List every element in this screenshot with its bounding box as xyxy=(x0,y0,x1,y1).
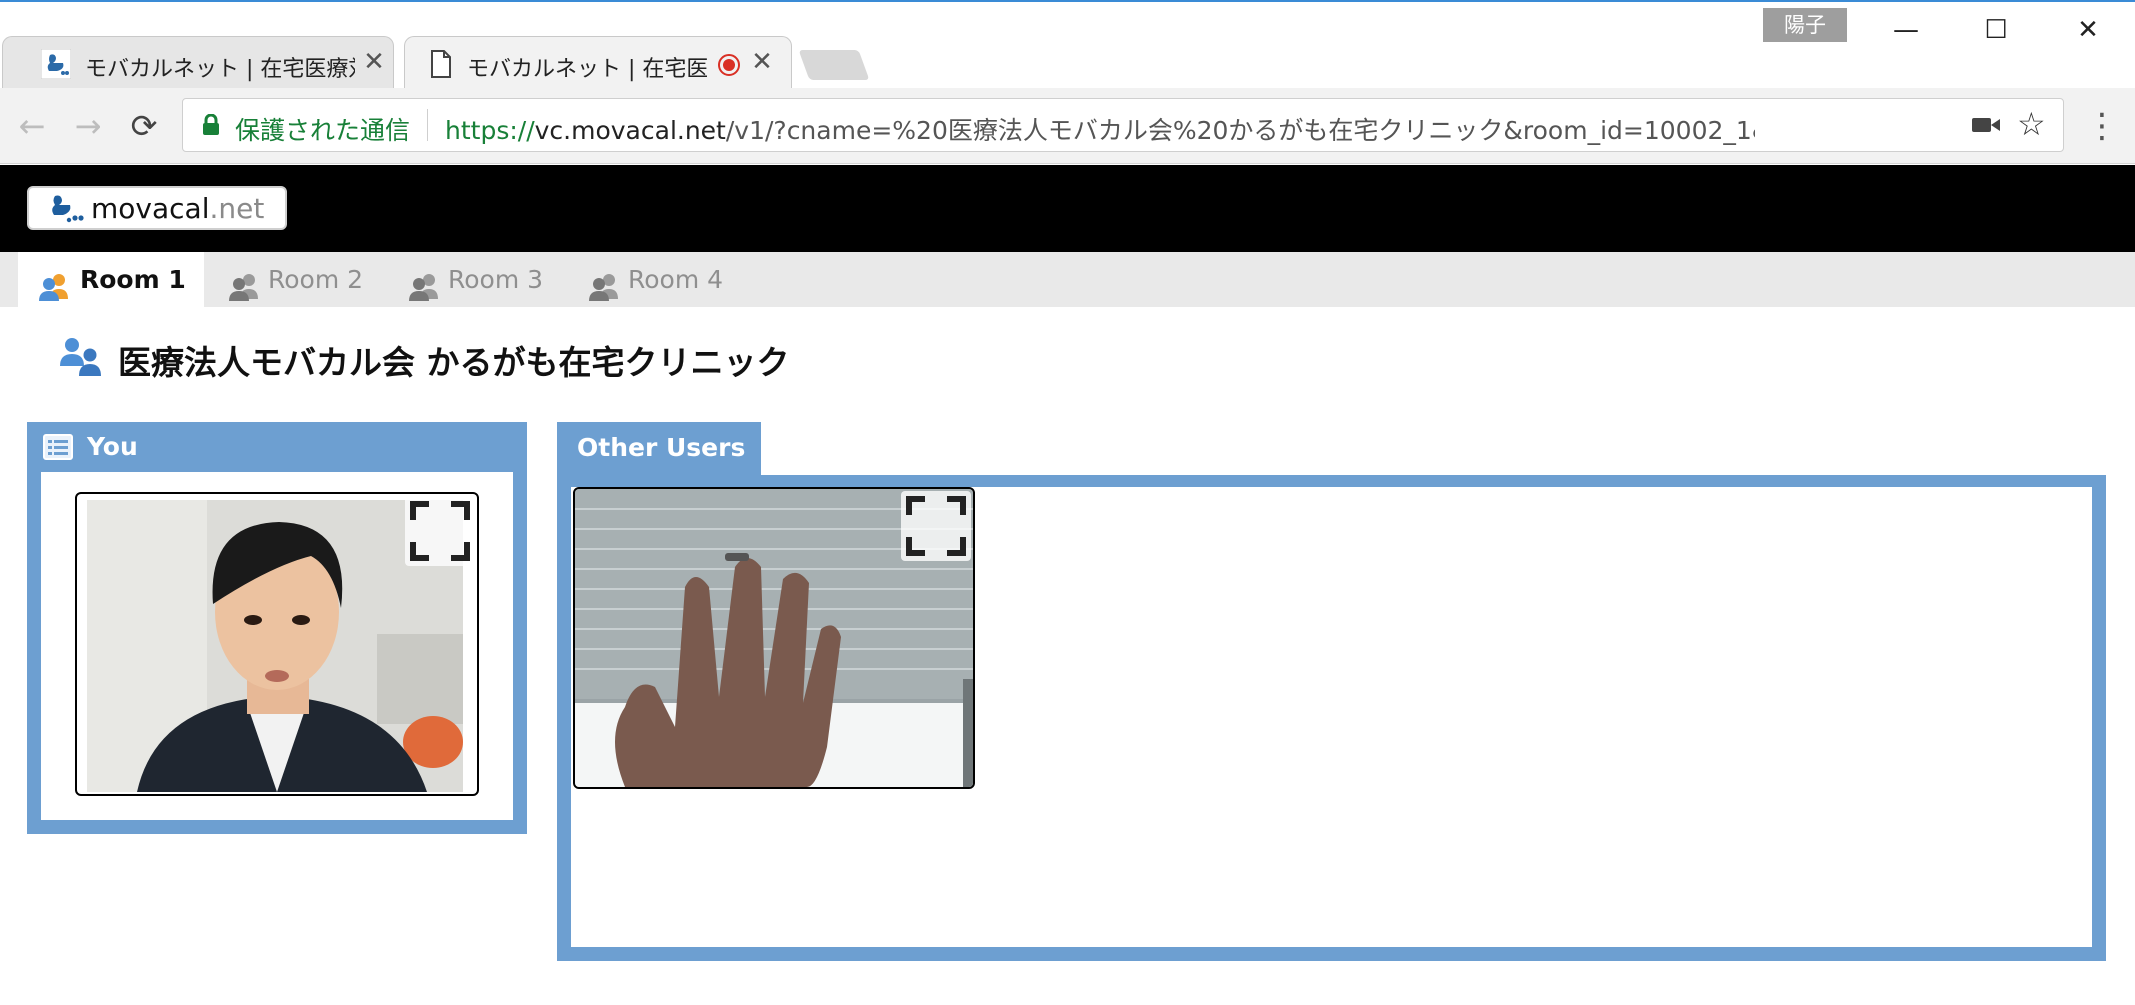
clinic-name: 医療法人モバカル会 かるがも在宅クリニック xyxy=(118,343,790,382)
logo-suffix-text: .net xyxy=(209,192,265,225)
room-tab-label: Room 3 xyxy=(448,265,544,294)
browser-toolbar: ← → ⟳ 保護された通信 https://vc.movacal.net/v1/… xyxy=(0,88,2135,164)
new-tab-button[interactable] xyxy=(798,50,870,80)
you-panel-title: You xyxy=(87,432,138,461)
divider xyxy=(427,109,428,141)
browser-tab-2[interactable]: モバカルネット | 在宅医療 ✕ xyxy=(404,36,792,90)
users-icon xyxy=(38,265,70,320)
logo-main-text: movacal xyxy=(91,192,210,225)
url-scheme: https:// xyxy=(445,116,535,145)
reload-icon[interactable]: ⟳ xyxy=(124,106,164,146)
tab-close-icon[interactable]: ✕ xyxy=(359,47,389,77)
fullscreen-button[interactable] xyxy=(405,496,475,566)
other-users-title: Other Users xyxy=(577,433,746,462)
list-icon xyxy=(43,434,73,464)
self-video[interactable] xyxy=(75,492,479,796)
duck-favicon-icon xyxy=(40,48,72,83)
you-panel-body xyxy=(41,472,513,820)
duck-logo-icon xyxy=(49,194,85,228)
tab-title: モバカルネット | 在宅医療対 xyxy=(85,57,355,82)
menu-icon[interactable]: ⋮ xyxy=(2082,106,2122,146)
recording-icon xyxy=(717,53,741,81)
room-tab-label: Room 1 xyxy=(80,265,186,294)
tab-close-icon[interactable]: ✕ xyxy=(747,47,777,77)
camera-icon[interactable] xyxy=(1971,113,2001,141)
other-users-tab: Other Users xyxy=(557,422,761,476)
tab-room-1[interactable]: Room 1 xyxy=(18,252,204,307)
tab-room-2[interactable]: Room 2 xyxy=(226,252,376,307)
other-users-body xyxy=(571,487,2092,947)
back-icon[interactable]: ← xyxy=(12,106,52,146)
maximize-icon[interactable]: ☐ xyxy=(1966,10,2026,50)
fullscreen-icon xyxy=(410,501,470,561)
users-group-icon xyxy=(58,336,102,382)
forward-icon[interactable]: → xyxy=(68,106,108,146)
room-tab-label: Room 4 xyxy=(628,265,724,294)
tab-room-3[interactable]: Room 3 xyxy=(406,252,556,307)
address-bar[interactable]: 保護された通信 https://vc.movacal.net/v1/?cname… xyxy=(182,98,2064,152)
logo-text: movacal.net xyxy=(91,192,264,225)
bookmark-star-icon[interactable]: ☆ xyxy=(2017,105,2046,143)
users-icon xyxy=(228,265,260,320)
secure-label: 保護された通信 xyxy=(235,116,411,145)
room-tabs: Room 1 Room 2 Room 3 Room 4 xyxy=(0,252,2135,307)
url-host: vc.movacal.net xyxy=(534,116,726,145)
fullscreen-icon xyxy=(906,496,966,556)
movacal-logo[interactable]: movacal.net xyxy=(27,186,287,230)
minimize-icon[interactable]: — xyxy=(1876,10,1936,50)
window-close-icon[interactable]: ✕ xyxy=(2058,10,2118,50)
fullscreen-button[interactable] xyxy=(901,491,971,561)
tab-room-4[interactable]: Room 4 xyxy=(586,252,736,307)
app-header: movacal.net xyxy=(0,165,2135,252)
users-icon xyxy=(408,265,440,320)
remote-video[interactable] xyxy=(573,487,975,789)
users-icon xyxy=(588,265,620,320)
lock-icon xyxy=(201,113,221,140)
tab-title: モバカルネット | 在宅医療 xyxy=(467,57,707,82)
url-text[interactable]: https://vc.movacal.net/v1/?cname=%20医療法人… xyxy=(445,111,1755,147)
browser-tab-1[interactable]: モバカルネット | 在宅医療対 ✕ xyxy=(2,36,394,90)
profile-badge[interactable]: 陽子 xyxy=(1763,8,1847,42)
url-path: /v1/?cname=%20医療法人モバカル会%20かるがも在宅クリニック&ro… xyxy=(725,116,1755,145)
page-favicon-icon xyxy=(429,49,453,83)
browser-titlebar: モバカルネット | 在宅医療対 ✕ モバカルネット | 在宅医療 ✕ 陽子 — … xyxy=(0,0,2135,90)
other-users-panel xyxy=(557,475,2106,961)
you-panel: You xyxy=(27,422,527,834)
room-tab-label: Room 2 xyxy=(268,265,364,294)
